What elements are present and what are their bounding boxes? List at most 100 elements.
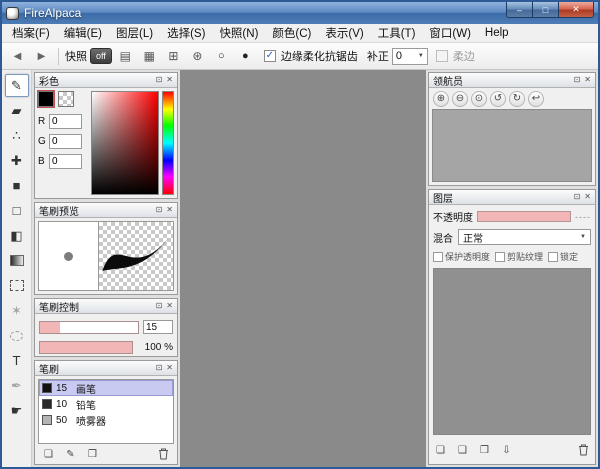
tool-eraser[interactable]: ▰ [5,99,29,122]
navigator-titlebar[interactable]: 领航员 ⊡ ✕ [429,73,595,88]
edit-brush-button[interactable]: ✎ [63,447,78,462]
brush-size-value[interactable]: 15 [143,320,173,334]
foreground-color-swatch[interactable] [38,91,54,107]
float-icon[interactable]: ⊡ [574,193,581,201]
redo-button[interactable]: ▶ [31,47,52,66]
close-icon[interactable]: ✕ [166,76,173,84]
undo-button[interactable]: ◀ [7,47,28,66]
close-icon[interactable]: ✕ [584,76,591,84]
layer-panel-titlebar[interactable]: 图层 ⊡ ✕ [429,190,595,205]
new-folder-button[interactable]: ❑ [455,443,470,458]
new-layer-button[interactable]: ❏ [433,443,448,458]
menu-item-view[interactable]: 表示(V) [318,23,370,43]
rotate-left-button[interactable]: ↺ [490,91,506,107]
brush-list-item[interactable]: 15 画笔 [39,380,173,396]
close-icon[interactable]: ✕ [166,302,173,310]
tool-lasso[interactable] [5,324,29,347]
brush-list-item[interactable]: 10 铅笔 [39,396,173,412]
antialias-checkbox[interactable]: ✓ [264,50,276,62]
rotate-right-button[interactable]: ↻ [509,91,525,107]
tool-select-rect[interactable] [5,274,29,297]
trash-icon [158,448,169,460]
blend-mode-select[interactable]: 正常 ▼ [458,229,591,245]
zoom-reset-button[interactable]: ⊙ [471,91,487,107]
close-icon[interactable]: ✕ [166,364,173,372]
brush-opacity-slider[interactable] [39,341,133,354]
tool-bucket[interactable]: ◧ [5,224,29,247]
menu-item-help[interactable]: Help [478,25,516,41]
zoom-in-button[interactable]: ⊕ [433,91,449,107]
duplicate-layer-button[interactable]: ❒ [477,443,492,458]
tool-select-pen[interactable]: ■ [5,174,29,197]
tool-brush[interactable]: ✎ [5,74,29,97]
tool-text[interactable]: T [5,349,29,372]
lasso-icon [10,331,23,341]
copy-brush-button[interactable]: ❒ [85,447,100,462]
navigator-preview[interactable] [432,109,592,182]
menu-item-color[interactable]: 颜色(C) [265,23,318,43]
lock-checkbox[interactable] [548,252,558,262]
menu-item-snap[interactable]: 快照(N) [212,23,265,43]
g-channel-input[interactable] [49,134,82,149]
tool-hand[interactable]: ☛ [5,399,29,422]
float-icon[interactable]: ⊡ [156,76,163,84]
brush-list-item[interactable]: 50 喷雾器 [39,412,173,428]
menu-item-edit[interactable]: 编辑(E) [57,23,109,43]
close-button[interactable]: ✕ [558,2,594,18]
menu-item-layer[interactable]: 图层(L) [109,23,160,43]
correction-select[interactable]: 0 ▼ [392,48,428,65]
brush-control-titlebar[interactable]: 笔刷控制 ⊡ ✕ [35,299,177,314]
soft-edge-checkbox[interactable] [436,50,448,62]
tool-move[interactable]: ✚ [5,149,29,172]
snap-vanishing-button[interactable]: ⊞ [163,47,184,66]
tool-gradient[interactable] [5,249,29,272]
merge-down-button[interactable]: ⇩ [499,443,514,458]
brush-tip-hard-button[interactable]: ● [235,47,256,66]
float-icon[interactable]: ⊡ [156,364,163,372]
tool-smudge[interactable]: ∴ [5,124,29,147]
tool-eyedropper[interactable]: ✒ [5,374,29,397]
float-icon[interactable]: ⊡ [574,76,581,84]
protect-alpha-checkbox[interactable] [433,252,443,262]
color-panel-titlebar[interactable]: 彩色 ⊡ ✕ [35,73,177,88]
close-icon[interactable]: ✕ [166,206,173,214]
menu-item-tool[interactable]: 工具(T) [371,23,423,43]
layer-opacity-slider[interactable] [477,211,571,222]
brush-size-slider[interactable] [39,321,139,334]
clipping-checkbox[interactable] [495,252,505,262]
close-icon[interactable]: ✕ [584,193,591,201]
brush-panel-titlebar[interactable]: 笔刷 ⊡ ✕ [35,361,177,376]
float-icon[interactable]: ⊡ [156,206,163,214]
maximize-button[interactable]: □ [532,2,559,18]
snap-grid-button[interactable]: ▦ [139,47,160,66]
brush-preview-titlebar[interactable]: 笔刷预览 ⊡ ✕ [35,203,177,218]
snap-off-button[interactable]: off [90,48,112,64]
brush-tip-soft-button[interactable]: ○ [211,47,232,66]
menu-item-window[interactable]: 窗口(W) [422,23,478,43]
canvas-area[interactable] [180,70,426,467]
delete-brush-button[interactable] [156,447,171,462]
r-channel-input[interactable] [49,114,82,129]
snap-radial-button[interactable]: ⊛ [187,47,208,66]
tool-magic-wand[interactable]: ✶ [5,299,29,322]
hue-slider[interactable] [162,91,174,195]
float-icon[interactable]: ⊡ [156,302,163,310]
titlebar[interactable]: FireAlpaca – □ ✕ [2,2,598,24]
main-toolbar: ◀ ▶ 快照 off ▤ ▦ ⊞ ⊛ ○ ● ✓ 边缘柔化抗锯齿 补正 0 ▼ … [2,43,598,70]
snap-parallel-button[interactable]: ▤ [115,47,136,66]
tool-select-eraser[interactable]: □ [5,199,29,222]
b-channel-input[interactable] [49,154,82,169]
zoom-out-button[interactable]: ⊖ [452,91,468,107]
menu-item-select[interactable]: 选择(S) [160,23,212,43]
menu-item-file[interactable]: 档案(F) [5,23,57,43]
rotate-reset-button[interactable]: ↩ [528,91,544,107]
brush-name: 画笔 [76,381,96,396]
saturation-value-field[interactable] [91,91,159,195]
minimize-button[interactable]: – [506,2,533,18]
app-icon[interactable] [6,7,19,20]
transparent-color-swatch[interactable] [58,91,74,107]
add-brush-button[interactable]: ❏ [41,447,56,462]
layer-list[interactable] [433,268,591,435]
delete-layer-button[interactable] [576,443,591,458]
brush-thumbnail [42,399,52,409]
